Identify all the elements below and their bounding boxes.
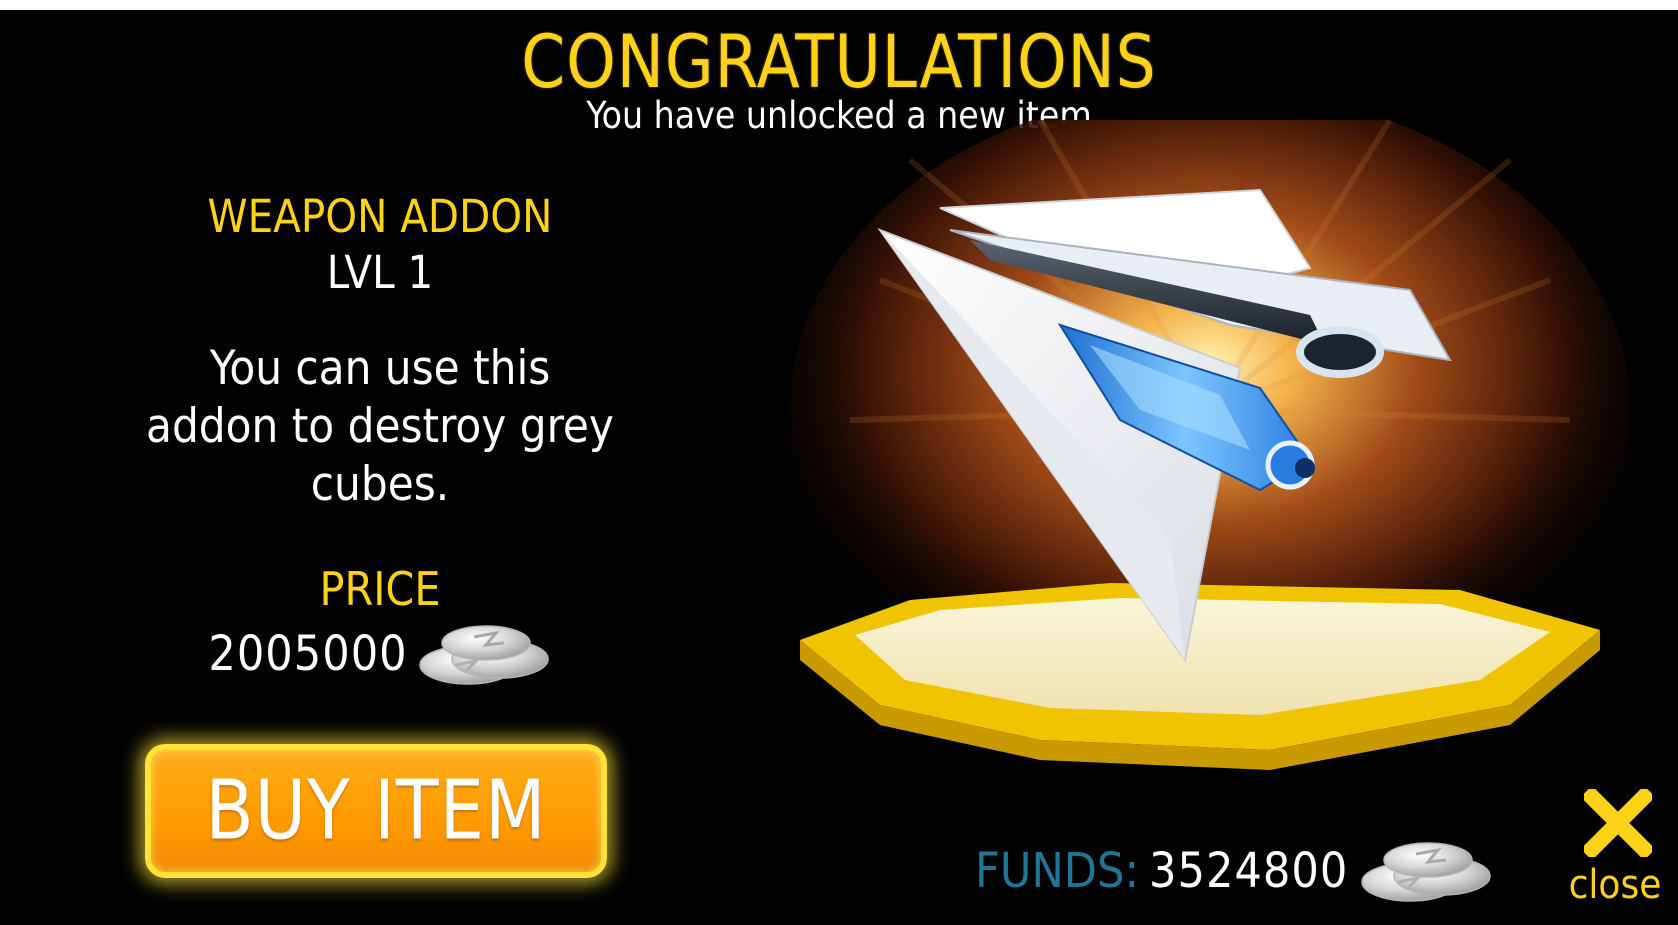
- price-label: PRICE: [319, 562, 441, 616]
- item-level: LVL 1: [326, 246, 434, 299]
- unlock-popup: CONGRATULATIONS You have unlocked a new …: [0, 10, 1678, 925]
- silver-coins-icon: [1358, 838, 1494, 904]
- item-description: You can use this addon to destroy grey c…: [146, 341, 614, 512]
- close-x-icon: [1584, 789, 1652, 857]
- funds-value: 3524800: [1149, 843, 1349, 899]
- funds-display: FUNDS: 3524800: [975, 836, 1494, 906]
- funds-label: FUNDS:: [975, 843, 1139, 899]
- weapon-addon-image: [790, 120, 1630, 770]
- buy-item-button[interactable]: BUY ITEM: [145, 744, 607, 878]
- price-row: 2005000: [100, 622, 660, 686]
- item-type: WEAPON ADDON: [207, 190, 553, 243]
- silver-coins-icon: [416, 621, 552, 687]
- buy-item-label: BUY ITEM: [205, 763, 547, 859]
- close-button[interactable]: close: [1560, 785, 1670, 920]
- price-value: 2005000: [208, 626, 408, 682]
- close-label: close: [1568, 862, 1662, 908]
- page-title: CONGRATULATIONS: [521, 18, 1157, 106]
